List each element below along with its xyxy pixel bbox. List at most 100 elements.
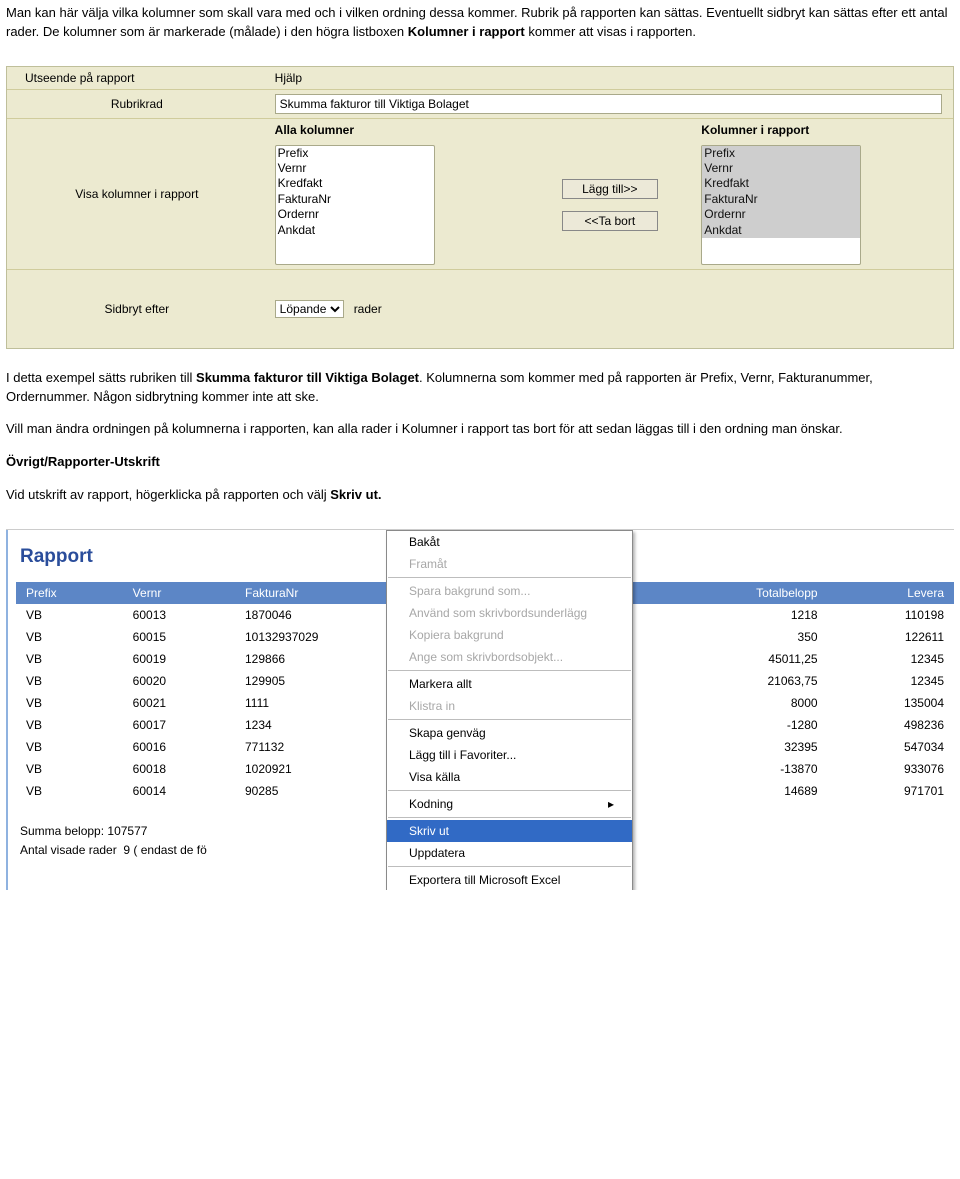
intro-text: Man kan här välja vilka kolumner som ska… — [0, 0, 960, 66]
all-columns-option[interactable]: Ordernr — [276, 207, 434, 222]
para2-a: I detta exempel sätts rubriken till — [6, 370, 196, 385]
report-col-header: Totalbelopp — [656, 582, 827, 604]
selected-columns-option[interactable]: Ankdat — [702, 223, 860, 238]
table-cell: 60020 — [123, 670, 235, 692]
table-cell: 60016 — [123, 736, 235, 758]
selected-columns-option[interactable]: Ordernr — [702, 207, 860, 222]
vertical-accent-line — [6, 530, 14, 890]
table-cell: VB — [16, 626, 123, 648]
table-cell: VB — [16, 736, 123, 758]
table-cell: 8000 — [656, 692, 827, 714]
table-cell: VB — [16, 648, 123, 670]
menu-forward: Framåt — [387, 553, 632, 575]
summa-label: Summa belopp: — [20, 824, 107, 838]
all-columns-option[interactable]: Vernr — [276, 161, 434, 176]
tab-help[interactable]: Hjälp — [267, 67, 953, 90]
antal-suffix: ( endast de fö — [130, 843, 207, 857]
table-cell: 12345 — [828, 648, 954, 670]
menu-refresh[interactable]: Uppdatera — [387, 842, 632, 864]
selected-columns-option[interactable]: Vernr — [702, 161, 860, 176]
menu-export-excel[interactable]: Exportera till Microsoft Excel — [387, 869, 632, 890]
heading-ovrigt: Övrigt/Rapporter-Utskrift — [6, 454, 160, 469]
table-cell: VB — [16, 604, 123, 626]
header-kolumner-i-rapport: Kolumner i rapport — [693, 118, 953, 141]
submenu-arrow-icon: ▸ — [608, 797, 614, 811]
menu-view-source[interactable]: Visa källa — [387, 766, 632, 788]
table-cell: 60017 — [123, 714, 235, 736]
table-cell: 21063,75 — [656, 670, 827, 692]
table-cell: 14689 — [656, 780, 827, 802]
table-cell: VB — [16, 692, 123, 714]
selected-columns-list[interactable]: PrefixVernrKredfaktFakturaNrOrdernrAnkda… — [701, 145, 861, 265]
all-columns-option[interactable]: Kredfakt — [276, 176, 434, 191]
table-cell: 135004 — [828, 692, 954, 714]
menu-save-bg: Spara bakgrund som... — [387, 580, 632, 602]
label-rubrikrad: Rubrikrad — [7, 89, 267, 118]
table-cell: 971701 — [828, 780, 954, 802]
label-sidbryt: Sidbryt efter — [7, 269, 267, 348]
table-cell: 60014 — [123, 780, 235, 802]
table-cell: 60018 — [123, 758, 235, 780]
menu-encoding-label: Kodning — [409, 797, 453, 811]
selected-columns-option[interactable]: Kredfakt — [702, 176, 860, 191]
table-cell: 350 — [656, 626, 827, 648]
menu-use-bg: Använd som skrivbordsunderlägg — [387, 602, 632, 624]
report-col-header: Vernr — [123, 582, 235, 604]
menu-separator — [388, 719, 631, 720]
table-cell: 498236 — [828, 714, 954, 736]
table-cell: 45011,25 — [656, 648, 827, 670]
table-cell: VB — [16, 780, 123, 802]
menu-back[interactable]: Bakåt — [387, 531, 632, 553]
table-cell: -1280 — [656, 714, 827, 736]
column-config-panel: Utseende på rapport Hjälp Rubrikrad Visa… — [6, 66, 954, 349]
table-cell: VB — [16, 714, 123, 736]
table-cell: 32395 — [656, 736, 827, 758]
table-cell: -13870 — [656, 758, 827, 780]
menu-separator — [388, 790, 631, 791]
table-cell: VB — [16, 758, 123, 780]
menu-encoding[interactable]: ▸ Kodning — [387, 793, 632, 815]
sidbryt-suffix: rader — [354, 302, 382, 316]
table-cell: 12345 — [828, 670, 954, 692]
para1-c: kommer att visas i rapporten. — [525, 24, 696, 39]
all-columns-list[interactable]: PrefixVernrKredfaktFakturaNrOrdernrAnkda… — [275, 145, 435, 265]
header-alla-kolumner: Alla kolumner — [267, 118, 527, 141]
menu-desktop-obj: Ange som skrivbordsobjekt... — [387, 646, 632, 668]
menu-favorites[interactable]: Lägg till i Favoriter... — [387, 744, 632, 766]
table-cell: 60019 — [123, 648, 235, 670]
rubrik-input[interactable] — [275, 94, 942, 114]
table-cell: 60021 — [123, 692, 235, 714]
table-cell: 60013 — [123, 604, 235, 626]
para4-b: Skriv ut. — [330, 487, 381, 502]
add-button[interactable]: Lägg till>> — [562, 179, 658, 199]
menu-select-all[interactable]: Markera allt — [387, 673, 632, 695]
menu-print[interactable]: Skriv ut — [387, 820, 632, 842]
selected-columns-option[interactable]: FakturaNr — [702, 192, 860, 207]
para1-b: Kolumner i rapport — [408, 24, 525, 39]
all-columns-option[interactable]: Ankdat — [276, 223, 434, 238]
selected-columns-option[interactable]: Prefix — [702, 146, 860, 161]
table-cell: 933076 — [828, 758, 954, 780]
summa-value: 107577 — [107, 824, 147, 838]
menu-separator — [388, 817, 631, 818]
table-cell: 122611 — [828, 626, 954, 648]
sidbryt-select[interactable]: Löpande — [275, 300, 344, 318]
table-cell: 110198 — [828, 604, 954, 626]
remove-button[interactable]: <<Ta bort — [562, 211, 658, 231]
all-columns-option[interactable]: Prefix — [276, 146, 434, 161]
all-columns-option[interactable]: FakturaNr — [276, 192, 434, 207]
tab-utseende[interactable]: Utseende på rapport — [7, 67, 267, 90]
context-menu[interactable]: Bakåt Framåt Spara bakgrund som... Använ… — [386, 530, 633, 890]
table-cell: 547034 — [828, 736, 954, 758]
menu-copy-bg: Kopiera bakgrund — [387, 624, 632, 646]
table-cell: 1218 — [656, 604, 827, 626]
report-col-header: Prefix — [16, 582, 123, 604]
antal-label: Antal visade rader — [20, 843, 120, 857]
report-screenshot: Rapport PrefixVernrFakturaNrBokfodatumTo… — [6, 529, 954, 890]
para2-b: Skumma fakturor till Viktiga Bolaget — [196, 370, 419, 385]
menu-paste: Klistra in — [387, 695, 632, 717]
menu-separator — [388, 670, 631, 671]
menu-shortcut[interactable]: Skapa genväg — [387, 722, 632, 744]
mid-text: I detta exempel sätts rubriken till Skum… — [0, 365, 960, 529]
table-cell: 60015 — [123, 626, 235, 648]
